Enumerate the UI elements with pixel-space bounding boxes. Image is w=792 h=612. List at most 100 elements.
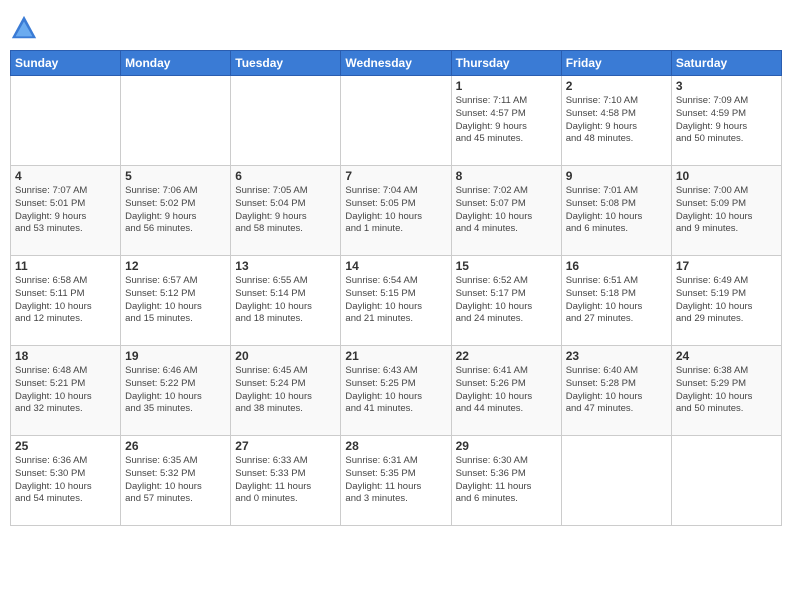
day-info: Sunrise: 7:00 AM Sunset: 5:09 PM Dayligh… [676, 185, 777, 236]
calendar-week-3: 18 Sunrise: 6:48 AM Sunset: 5:21 PM Dayli… [11, 346, 782, 436]
calendar-cell: 1 Sunrise: 7:11 AM Sunset: 4:57 PM Daylig… [451, 76, 561, 166]
day-number: 7 [345, 169, 446, 183]
day-number: 5 [125, 169, 226, 183]
day-info: Sunrise: 6:58 AM Sunset: 5:11 PM Dayligh… [15, 275, 116, 326]
header [10, 10, 782, 42]
day-info: Sunrise: 7:01 AM Sunset: 5:08 PM Dayligh… [566, 185, 667, 236]
calendar-cell: 16 Sunrise: 6:51 AM Sunset: 5:18 PM Dayli… [561, 256, 671, 346]
day-number: 22 [456, 349, 557, 363]
calendar-cell: 19 Sunrise: 6:46 AM Sunset: 5:22 PM Dayli… [121, 346, 231, 436]
day-number: 25 [15, 439, 116, 453]
day-info: Sunrise: 6:36 AM Sunset: 5:30 PM Dayligh… [15, 455, 116, 506]
day-number: 27 [235, 439, 336, 453]
day-number: 2 [566, 79, 667, 93]
day-number: 17 [676, 259, 777, 273]
calendar-cell: 13 Sunrise: 6:55 AM Sunset: 5:14 PM Dayli… [231, 256, 341, 346]
calendar-cell: 3 Sunrise: 7:09 AM Sunset: 4:59 PM Daylig… [671, 76, 781, 166]
day-info: Sunrise: 6:41 AM Sunset: 5:26 PM Dayligh… [456, 365, 557, 416]
calendar-week-2: 11 Sunrise: 6:58 AM Sunset: 5:11 PM Dayli… [11, 256, 782, 346]
calendar-cell: 25 Sunrise: 6:36 AM Sunset: 5:30 PM Dayli… [11, 436, 121, 526]
day-of-week-friday: Friday [561, 51, 671, 76]
day-info: Sunrise: 7:02 AM Sunset: 5:07 PM Dayligh… [456, 185, 557, 236]
day-info: Sunrise: 6:46 AM Sunset: 5:22 PM Dayligh… [125, 365, 226, 416]
day-info: Sunrise: 6:38 AM Sunset: 5:29 PM Dayligh… [676, 365, 777, 416]
calendar-cell: 22 Sunrise: 6:41 AM Sunset: 5:26 PM Dayli… [451, 346, 561, 436]
day-info: Sunrise: 7:11 AM Sunset: 4:57 PM Dayligh… [456, 95, 557, 146]
calendar-week-0: 1 Sunrise: 7:11 AM Sunset: 4:57 PM Daylig… [11, 76, 782, 166]
calendar-cell: 4Sunrise: 7:07 AM Sunset: 5:01 PM Daylig… [11, 166, 121, 256]
calendar-cell: 14 Sunrise: 6:54 AM Sunset: 5:15 PM Dayli… [341, 256, 451, 346]
calendar-cell: 26 Sunrise: 6:35 AM Sunset: 5:32 PM Dayli… [121, 436, 231, 526]
calendar-cell [11, 76, 121, 166]
calendar-cell: 17Sunrise: 6:49 AM Sunset: 5:19 PM Dayli… [671, 256, 781, 346]
day-of-week-sunday: Sunday [11, 51, 121, 76]
calendar-header: SundayMondayTuesdayWednesdayThursdayFrid… [11, 51, 782, 76]
calendar-cell [231, 76, 341, 166]
calendar-cell: 18 Sunrise: 6:48 AM Sunset: 5:21 PM Dayli… [11, 346, 121, 436]
calendar-cell: 12 Sunrise: 6:57 AM Sunset: 5:12 PM Dayli… [121, 256, 231, 346]
calendar-body: 1 Sunrise: 7:11 AM Sunset: 4:57 PM Daylig… [11, 76, 782, 526]
day-number: 16 [566, 259, 667, 273]
day-info: Sunrise: 6:35 AM Sunset: 5:32 PM Dayligh… [125, 455, 226, 506]
calendar-cell: 5 Sunrise: 7:06 AM Sunset: 5:02 PM Daylig… [121, 166, 231, 256]
calendar-week-4: 25 Sunrise: 6:36 AM Sunset: 5:30 PM Dayli… [11, 436, 782, 526]
day-info: Sunrise: 7:06 AM Sunset: 5:02 PM Dayligh… [125, 185, 226, 236]
day-number: 20 [235, 349, 336, 363]
calendar-cell [561, 436, 671, 526]
day-number: 15 [456, 259, 557, 273]
day-info: Sunrise: 6:57 AM Sunset: 5:12 PM Dayligh… [125, 275, 226, 326]
day-number: 6 [235, 169, 336, 183]
calendar-cell: 7 Sunrise: 7:04 AM Sunset: 5:05 PM Daylig… [341, 166, 451, 256]
calendar-cell: 29 Sunrise: 6:30 AM Sunset: 5:36 PM Dayli… [451, 436, 561, 526]
day-info: Sunrise: 6:30 AM Sunset: 5:36 PM Dayligh… [456, 455, 557, 506]
day-info: Sunrise: 6:45 AM Sunset: 5:24 PM Dayligh… [235, 365, 336, 416]
calendar-cell: 27Sunrise: 6:33 AM Sunset: 5:33 PM Dayli… [231, 436, 341, 526]
calendar-cell: 2 Sunrise: 7:10 AM Sunset: 4:58 PM Daylig… [561, 76, 671, 166]
day-of-week-wednesday: Wednesday [341, 51, 451, 76]
calendar-cell [121, 76, 231, 166]
day-info: Sunrise: 6:55 AM Sunset: 5:14 PM Dayligh… [235, 275, 336, 326]
day-info: Sunrise: 6:51 AM Sunset: 5:18 PM Dayligh… [566, 275, 667, 326]
day-info: Sunrise: 7:07 AM Sunset: 5:01 PM Dayligh… [15, 185, 116, 236]
days-header-row: SundayMondayTuesdayWednesdayThursdayFrid… [11, 51, 782, 76]
day-number: 21 [345, 349, 446, 363]
day-info: Sunrise: 6:43 AM Sunset: 5:25 PM Dayligh… [345, 365, 446, 416]
calendar-cell: 9 Sunrise: 7:01 AM Sunset: 5:08 PM Daylig… [561, 166, 671, 256]
day-info: Sunrise: 6:54 AM Sunset: 5:15 PM Dayligh… [345, 275, 446, 326]
day-info: Sunrise: 7:10 AM Sunset: 4:58 PM Dayligh… [566, 95, 667, 146]
day-info: Sunrise: 7:04 AM Sunset: 5:05 PM Dayligh… [345, 185, 446, 236]
day-number: 13 [235, 259, 336, 273]
calendar-cell [341, 76, 451, 166]
day-number: 8 [456, 169, 557, 183]
calendar-cell: 8 Sunrise: 7:02 AM Sunset: 5:07 PM Daylig… [451, 166, 561, 256]
day-info: Sunrise: 6:31 AM Sunset: 5:35 PM Dayligh… [345, 455, 446, 506]
day-number: 14 [345, 259, 446, 273]
day-of-week-tuesday: Tuesday [231, 51, 341, 76]
day-number: 9 [566, 169, 667, 183]
calendar-cell: 11 Sunrise: 6:58 AM Sunset: 5:11 PM Dayli… [11, 256, 121, 346]
logo-icon [10, 14, 38, 42]
day-info: Sunrise: 6:48 AM Sunset: 5:21 PM Dayligh… [15, 365, 116, 416]
day-number: 23 [566, 349, 667, 363]
calendar-cell: 15Sunrise: 6:52 AM Sunset: 5:17 PM Dayli… [451, 256, 561, 346]
calendar-cell: 6Sunrise: 7:05 AM Sunset: 5:04 PM Daylig… [231, 166, 341, 256]
day-number: 29 [456, 439, 557, 453]
day-number: 18 [15, 349, 116, 363]
day-number: 26 [125, 439, 226, 453]
logo [10, 14, 42, 42]
day-number: 28 [345, 439, 446, 453]
day-number: 10 [676, 169, 777, 183]
calendar-cell: 21 Sunrise: 6:43 AM Sunset: 5:25 PM Dayli… [341, 346, 451, 436]
calendar-cell: 23Sunrise: 6:40 AM Sunset: 5:28 PM Dayli… [561, 346, 671, 436]
calendar-cell: 28 Sunrise: 6:31 AM Sunset: 5:35 PM Dayli… [341, 436, 451, 526]
calendar-cell: 10 Sunrise: 7:00 AM Sunset: 5:09 PM Dayli… [671, 166, 781, 256]
day-info: Sunrise: 7:09 AM Sunset: 4:59 PM Dayligh… [676, 95, 777, 146]
calendar: SundayMondayTuesdayWednesdayThursdayFrid… [10, 50, 782, 526]
calendar-cell: 20 Sunrise: 6:45 AM Sunset: 5:24 PM Dayli… [231, 346, 341, 436]
day-number: 3 [676, 79, 777, 93]
day-number: 12 [125, 259, 226, 273]
day-number: 11 [15, 259, 116, 273]
calendar-cell: 24Sunrise: 6:38 AM Sunset: 5:29 PM Dayli… [671, 346, 781, 436]
day-number: 19 [125, 349, 226, 363]
day-number: 1 [456, 79, 557, 93]
